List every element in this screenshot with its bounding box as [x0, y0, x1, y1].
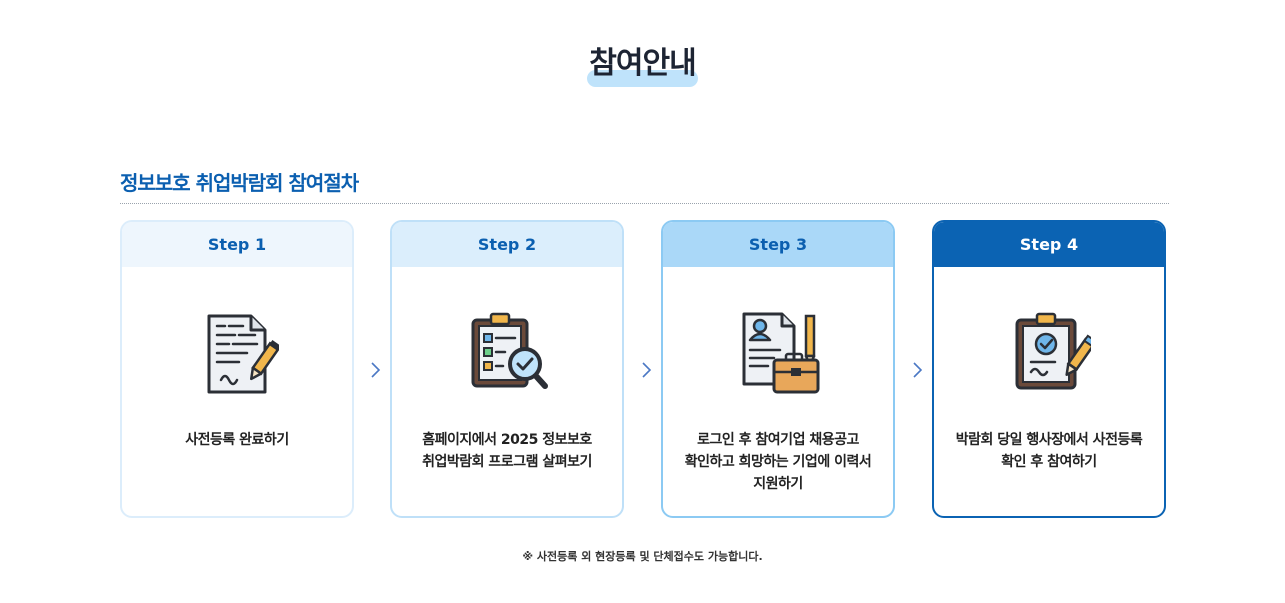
step-description: 박람회 당일 행사장에서 사전등록 확인 후 참여하기 — [944, 429, 1154, 473]
page-title: 참여안내 — [587, 44, 698, 87]
section-title: 정보보호 취업박람회 참여절차 — [120, 171, 359, 195]
step-description: 홈페이지에서 2025 정보보호 취업박람회 프로그램 살펴보기 — [402, 429, 612, 473]
step-label: Step 1 — [122, 222, 352, 267]
step-card-3: Step 3 로그인 후 참여기업 채용공고 확인하고 희망하는 기업에 이력서… — [661, 220, 895, 518]
clipboard-search-icon — [469, 310, 549, 398]
section-divider — [120, 203, 1169, 204]
step-label: Step 4 — [934, 222, 1164, 267]
step-description: 사전등록 완료하기 — [132, 429, 342, 451]
step-label: Step 2 — [392, 222, 622, 267]
step-description-line: 박람회 당일 행사장에서 사전등록 — [955, 432, 1143, 448]
page-title-text: 참여안내 — [589, 46, 696, 81]
step-description-line: 확인 후 참여하기 — [1001, 454, 1097, 470]
step-label: Step 3 — [663, 222, 893, 267]
chevron-right-icon — [371, 362, 381, 378]
footer-note: ※ 사전등록 외 현장등록 및 단체접수도 가능합니다. — [522, 550, 763, 563]
step-description-line: 로그인 후 참여기업 채용공고 — [697, 432, 859, 448]
step-card-2: Step 2 홈페이지에서 2025 정보보호 취업박람회 프로그램 살펴보기 — [390, 220, 624, 518]
resume-briefcase-icon — [740, 310, 820, 398]
step-description-line: 홈페이지에서 2025 정보보호 — [422, 432, 592, 448]
step-card-4: Step 4 박람회 당일 행사장에서 사전등록 확인 후 참여하기 — [932, 220, 1166, 518]
step-description: 로그인 후 참여기업 채용공고 확인하고 희망하는 기업에 이력서 지원하기 — [673, 429, 883, 495]
step-description-line: 사전등록 완료하기 — [185, 432, 289, 448]
chevron-right-icon — [913, 362, 923, 378]
step-card-1: Step 1 사전등록 완료하기 — [120, 220, 354, 518]
step-description-line: 취업박람회 프로그램 살펴보기 — [422, 454, 592, 470]
step-description-line: 확인하고 희망하는 기업에 이력서 — [684, 454, 872, 470]
step-description-line: 지원하기 — [753, 476, 803, 492]
page-title-wrap: 참여안내 — [0, 44, 1285, 87]
clipboard-check-pen-icon — [1011, 310, 1098, 398]
document-pen-icon — [199, 310, 281, 398]
chevron-right-icon — [642, 362, 652, 378]
